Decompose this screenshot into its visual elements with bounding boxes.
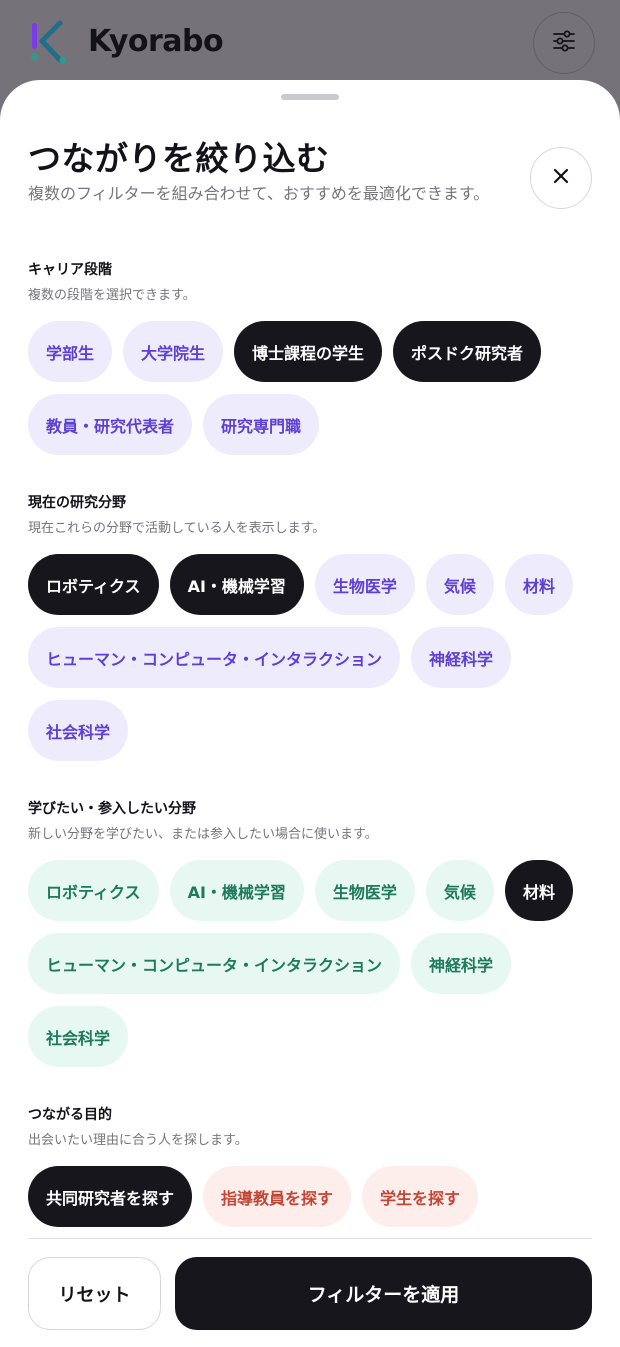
kyorabo-logo-icon <box>30 20 68 64</box>
filter-chip[interactable]: 材料 <box>504 860 573 921</box>
filter-chip[interactable]: 生物医学 <box>314 860 415 921</box>
filter-chip[interactable]: 気候 <box>425 554 494 615</box>
filter-chip[interactable]: 博士課程の学生 <box>234 321 383 382</box>
apply-filters-button[interactable]: フィルターを適用 <box>175 1257 592 1330</box>
filter-section: つながる目的出会いたい理由に合う人を探します。共同研究者を探す 指導教員を探す 学生… <box>0 1105 620 1227</box>
sheet-title: つながりを絞り込む <box>28 139 330 178</box>
chip-group: ロボティクス AI・機械学習 生物医学 気候 材料ヒューマン・コンピュータ・インタラクシ… <box>28 554 608 761</box>
section-title: つながる目的 <box>28 1107 112 1123</box>
filter-sections[interactable]: キャリア段階複数の段階を選択できます。学部生 大学院生 博士課程の学生 ポスドク研究者… <box>0 260 620 1238</box>
chip-group: 共同研究者を探す 指導教員を探す 学生を探す <box>28 1166 608 1227</box>
sliders-icon <box>552 30 576 56</box>
section-description: 新しい分野を学びたい、または参入したい場合に使います。 <box>28 827 378 842</box>
filter-chip[interactable]: 共同研究者を探す <box>28 1166 193 1227</box>
filter-chip[interactable]: ヒューマン・コンピュータ・インタラクション <box>28 933 401 994</box>
filter-chip[interactable]: 指導教員を探す <box>203 1166 352 1227</box>
section-description: 出会いたい理由に合う人を探します。 <box>28 1133 248 1148</box>
filter-chip[interactable]: AI・機械学習 <box>169 860 304 921</box>
reset-button[interactable]: リセット <box>28 1257 161 1330</box>
section-title: 学びたい・参入したい分野 <box>28 801 196 817</box>
filter-chip[interactable]: AI・機械学習 <box>169 554 304 615</box>
filter-chip[interactable]: ロボティクス <box>28 554 159 615</box>
sheet-grabber[interactable] <box>281 94 339 100</box>
filter-chip[interactable]: 材料 <box>504 554 573 615</box>
filter-chip[interactable]: 学部生 <box>28 321 113 382</box>
chip-group: 学部生 大学院生 博士課程の学生 ポスドク研究者教員・研究代表者 研究専門職 <box>28 321 608 455</box>
filter-chip[interactable]: 神経科学 <box>411 933 512 994</box>
section-title: キャリア段階 <box>28 262 112 278</box>
filter-chip[interactable]: ヒューマン・コンピュータ・インタラクション <box>28 627 401 688</box>
filter-chip[interactable]: 研究専門職 <box>203 394 320 455</box>
filter-chip[interactable]: 教員・研究代表者 <box>28 394 193 455</box>
filter-chip[interactable]: 生物医学 <box>314 554 415 615</box>
section-title: 現在の研究分野 <box>28 495 126 511</box>
chip-group: ロボティクス AI・機械学習 生物医学 気候 材料ヒューマン・コンピュータ・インタラクシ… <box>28 860 608 1067</box>
section-description: 複数の段階を選択できます。 <box>28 288 196 303</box>
filter-chip[interactable]: 学生を探す <box>362 1166 479 1227</box>
close-button[interactable] <box>530 147 592 209</box>
sheet-subtitle: 複数のフィルターを組み合わせて、おすすめを最適化できます。 <box>28 184 490 203</box>
sheet-footer: リセット フィルターを適用 <box>0 1238 620 1347</box>
section-description: 現在これらの分野で活動している人を表示します。 <box>28 521 326 536</box>
filter-chip[interactable]: 神経科学 <box>411 627 512 688</box>
filter-button[interactable] <box>533 12 595 74</box>
filter-sheet: つながりを絞り込む 複数のフィルターを組み合わせて、おすすめを最適化できます。 … <box>0 80 620 1347</box>
filter-section: 現在の研究分野現在これらの分野で活動している人を表示します。ロボティクス AI・機… <box>0 493 620 761</box>
filter-chip[interactable]: ロボティクス <box>28 860 159 921</box>
filter-chip[interactable]: ポスドク研究者 <box>393 321 542 382</box>
filter-section: キャリア段階複数の段階を選択できます。学部生 大学院生 博士課程の学生 ポスドク研究者… <box>0 260 620 455</box>
filter-chip[interactable]: 社会科学 <box>28 1006 129 1067</box>
filter-chip[interactable]: 社会科学 <box>28 700 129 761</box>
filter-chip[interactable]: 大学院生 <box>123 321 224 382</box>
app-title: Kyorabo <box>88 24 224 59</box>
close-icon <box>552 167 570 189</box>
filter-section: 学びたい・参入したい分野新しい分野を学びたい、または参入したい場合に使います。ロ… <box>0 799 620 1067</box>
footer-divider <box>28 1238 592 1239</box>
app-header: Kyorabo <box>0 0 620 90</box>
filter-chip[interactable]: 気候 <box>425 860 494 921</box>
